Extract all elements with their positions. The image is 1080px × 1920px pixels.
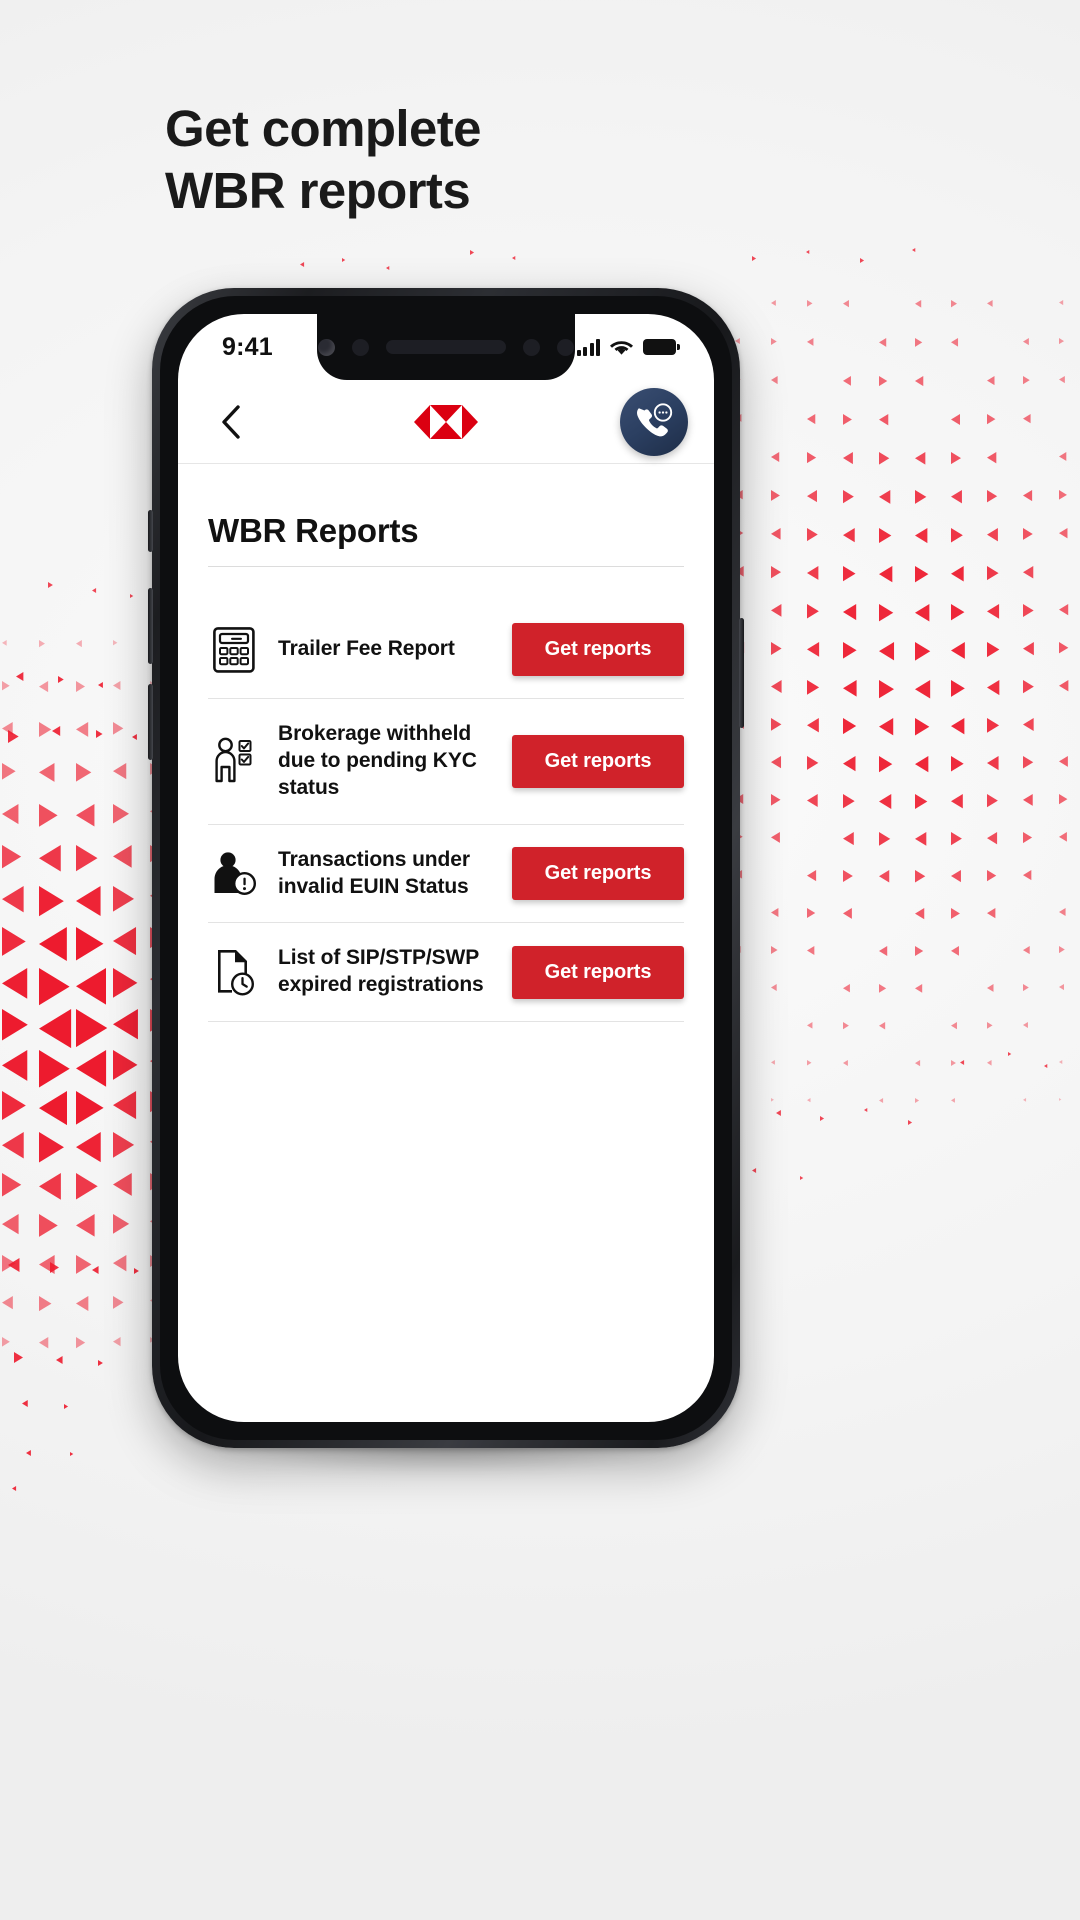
table-row[interactable]: Trailer Fee Report Get reports: [208, 601, 684, 699]
headline-line-1: Get complete: [165, 100, 481, 157]
get-reports-button[interactable]: Get reports: [512, 734, 684, 788]
cellular-bars-icon: [576, 338, 600, 356]
person-alert-icon: [208, 848, 260, 900]
table-row[interactable]: Brokerage withheld due to pending KYC st…: [208, 699, 684, 825]
mute-switch[interactable]: [148, 510, 153, 552]
phone-bezel: 9:41 WBR Reports Trailer Fee Report Get …: [160, 296, 732, 1440]
report-label: Brokerage withheld due to pending KYC st…: [278, 722, 477, 799]
document-clock-icon: [208, 946, 260, 998]
get-reports-button[interactable]: Get reports: [512, 945, 684, 999]
status-bar-icons: [576, 338, 680, 356]
report-label: Trailer Fee Report: [278, 637, 455, 661]
page-title: WBR Reports: [208, 512, 419, 549]
wifi-icon: [610, 340, 633, 355]
phone-screen: 9:41 WBR Reports Trailer Fee Report Get …: [178, 314, 714, 1422]
back-button[interactable]: [208, 399, 254, 445]
chevron-left-icon: [222, 404, 240, 439]
phone-mockup: 9:41 WBR Reports Trailer Fee Report Get …: [148, 288, 744, 1474]
table-row[interactable]: List of SIP/STP/SWP expired registration…: [208, 923, 684, 1023]
promo-headline: Get complete WBR reports: [165, 98, 805, 222]
volume-down-button[interactable]: [148, 684, 153, 760]
get-reports-button[interactable]: Get reports: [512, 623, 684, 676]
volume-up-button[interactable]: [148, 588, 153, 664]
report-label: Transactions under invalid EUIN Status: [278, 847, 470, 898]
phone-body: 9:41 WBR Reports Trailer Fee Report Get …: [148, 288, 744, 1448]
status-bar: 9:41: [178, 314, 714, 380]
headline-line-2: WBR reports: [165, 162, 471, 220]
report-list: Trailer Fee Report Get reports Brokerage…: [208, 573, 684, 1023]
person-checklist-icon: [208, 735, 260, 787]
power-button[interactable]: [739, 618, 744, 728]
app-header: [178, 380, 714, 464]
battery-full-icon: [643, 339, 680, 355]
title-divider: [208, 566, 684, 567]
page-content: WBR Reports Trailer Fee Report Get repor…: [178, 464, 714, 1023]
get-reports-button[interactable]: Get reports: [512, 847, 684, 900]
table-row[interactable]: Transactions under invalid EUIN Status G…: [208, 825, 684, 924]
report-label: List of SIP/STP/SWP expired registration…: [278, 946, 484, 997]
status-bar-time: 9:41: [222, 332, 273, 361]
hsbc-hexagon-logo: [414, 404, 478, 439]
phone-chat-icon: [637, 402, 673, 436]
calculator-icon: [208, 624, 260, 676]
call-support-button[interactable]: [620, 387, 688, 456]
